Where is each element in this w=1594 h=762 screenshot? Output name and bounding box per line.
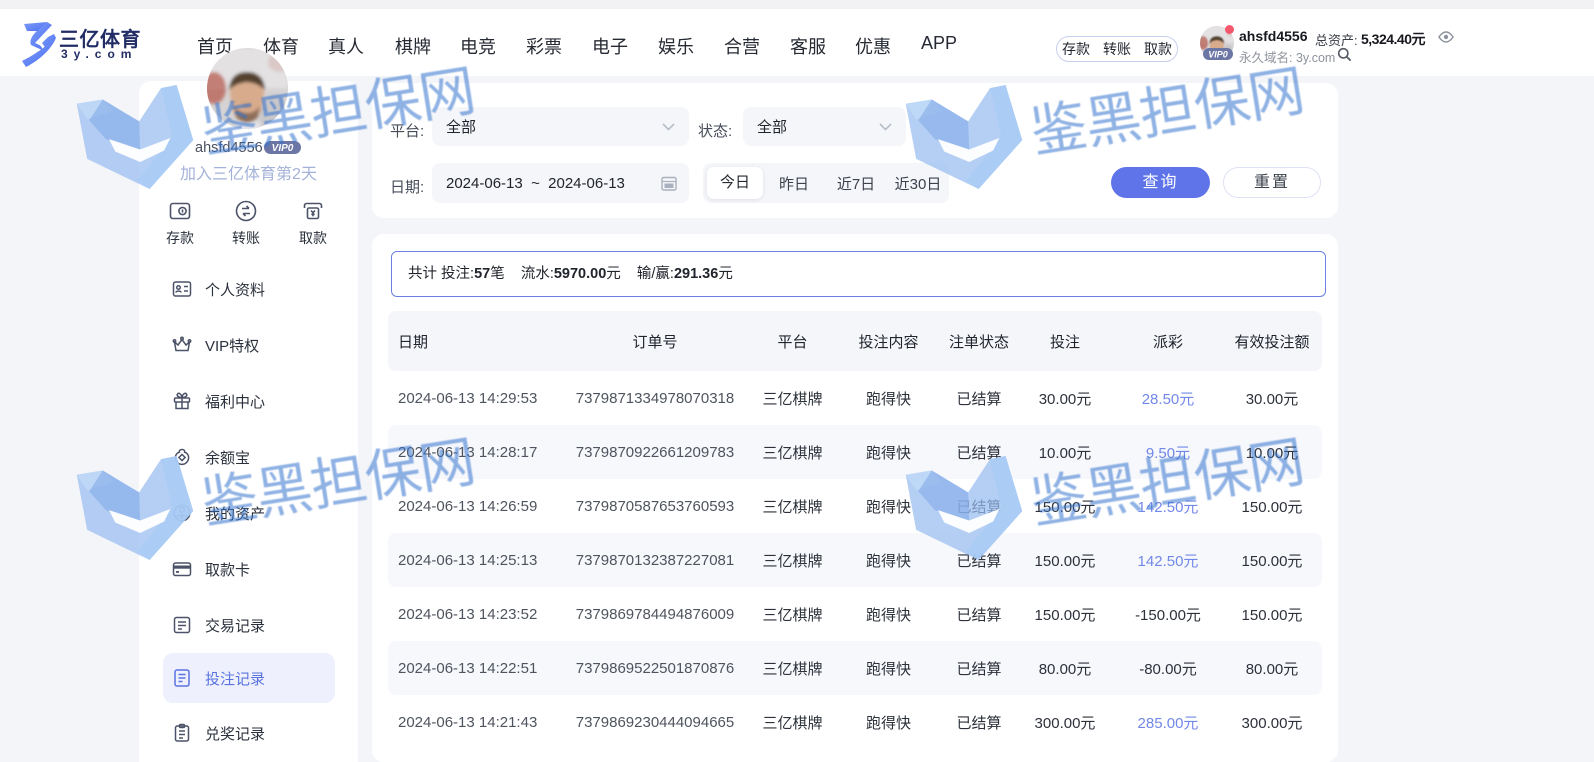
svg-text:VIP0: VIP0 <box>1208 50 1228 60</box>
svg-text:VIP0: VIP0 <box>272 143 294 154</box>
